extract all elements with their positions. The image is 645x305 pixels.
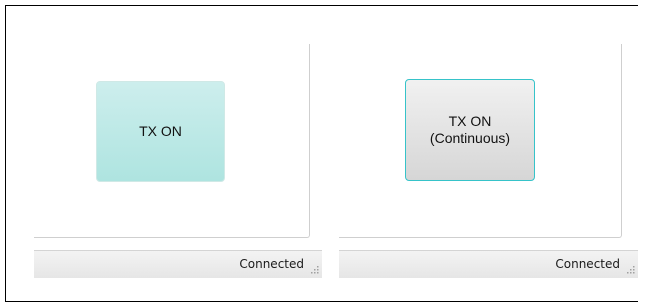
tx-on-continuous-button[interactable]: TX ON (Continuous) xyxy=(405,79,535,181)
connection-status: Connected xyxy=(555,257,620,271)
resize-grip-icon[interactable] xyxy=(625,264,635,274)
tx-on-continuous-button-label: TX ON (Continuous) xyxy=(429,113,511,146)
pane-tx-on-continuous: TX ON (Continuous) Connected xyxy=(333,6,638,301)
resize-grip-icon[interactable] xyxy=(309,264,319,274)
pane-tx-on: TX ON Connected xyxy=(6,6,322,301)
tx-on-button-label: TX ON xyxy=(139,123,182,139)
connection-status: Connected xyxy=(239,257,304,271)
status-bar: Connected xyxy=(339,250,638,278)
status-bar: Connected xyxy=(34,250,322,278)
window-frame: TX ON Connected TX ON (Continuous) Conne… xyxy=(5,5,638,302)
tx-on-button[interactable]: TX ON xyxy=(96,81,225,182)
